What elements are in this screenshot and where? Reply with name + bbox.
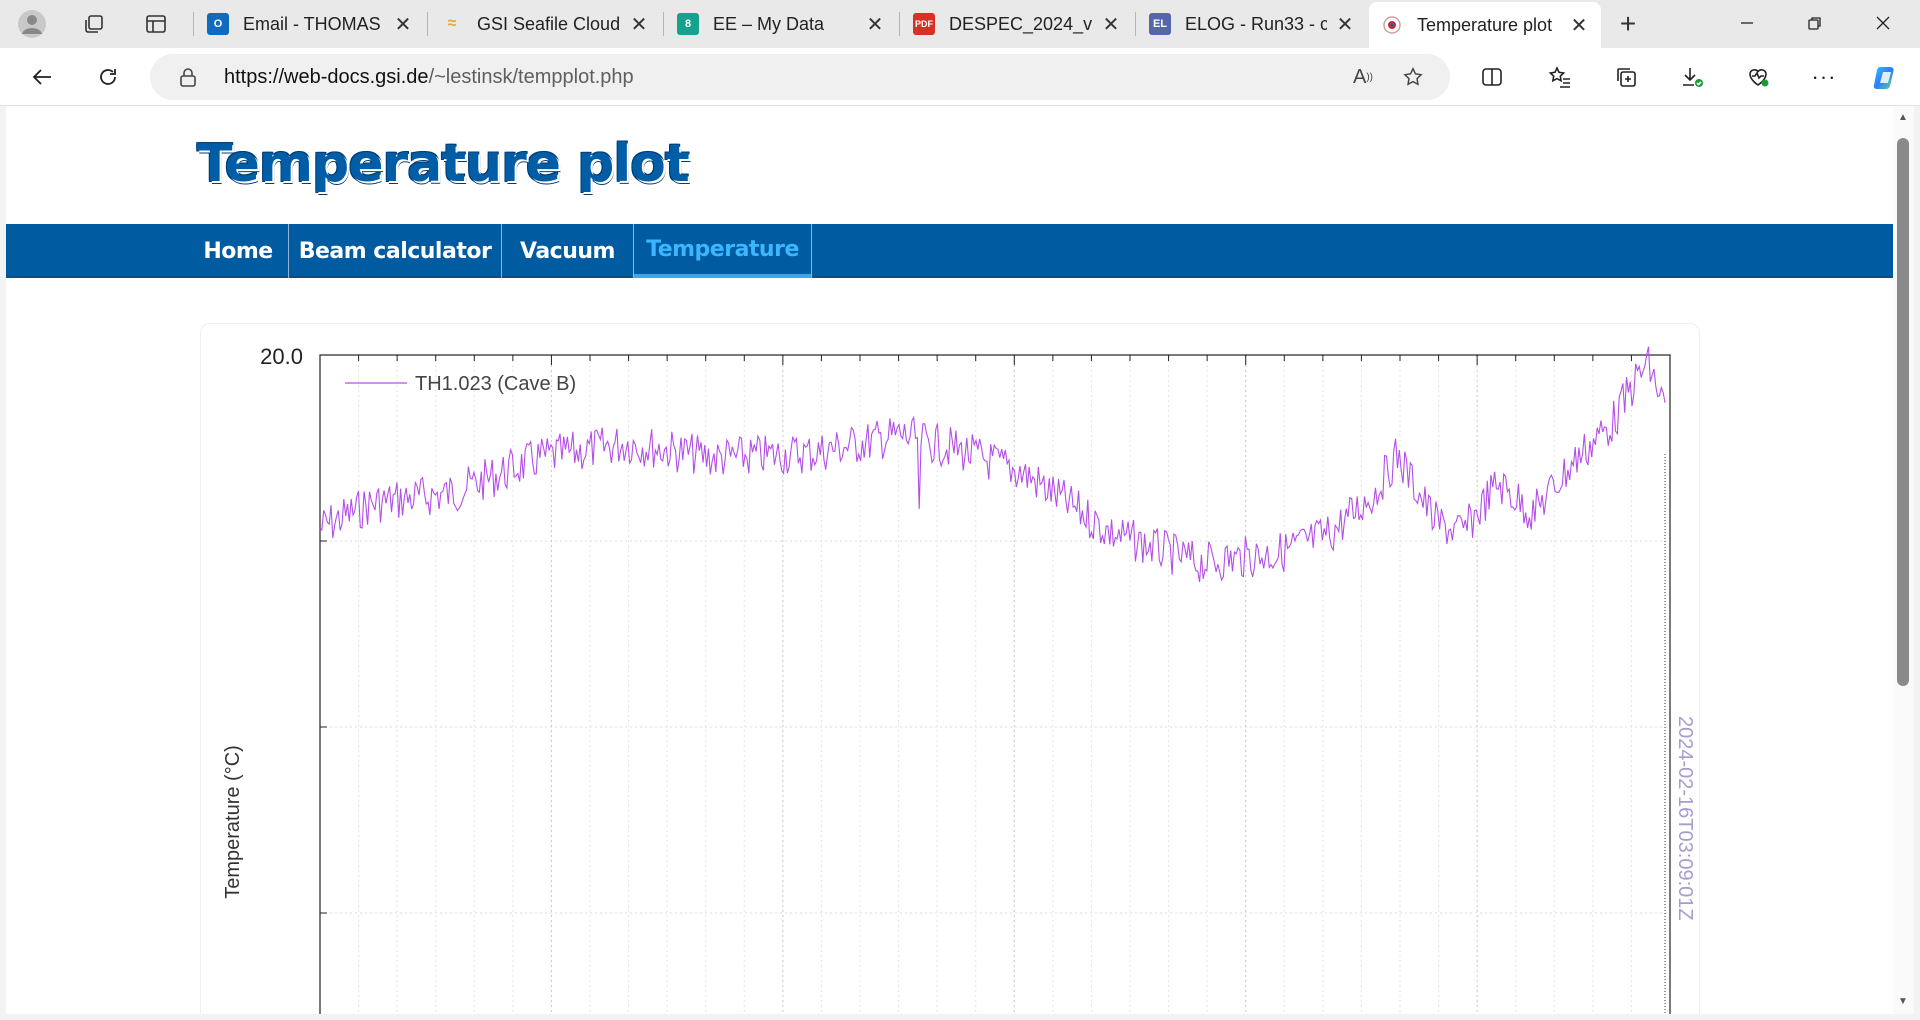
nav-home[interactable]: Home — [188, 224, 288, 278]
y-axis-label: Temperature (°C) — [222, 745, 244, 899]
vertical-scrollbar[interactable]: ▲ ▼ — [1893, 106, 1914, 1014]
tab-title: Temperature plot — [1417, 14, 1553, 35]
tab-title: GSI Seafile Cloud — [477, 13, 621, 34]
site-nav: Home Beam calculator Vacuum Temperature — [6, 224, 1893, 278]
refresh-icon[interactable] — [88, 57, 128, 97]
timestamp-annotation: 2024-02-16T03:09:01Z — [1674, 716, 1696, 921]
new-tab-icon[interactable]: + — [1608, 6, 1648, 42]
gsi-icon — [1381, 14, 1403, 36]
temperature-plot-card: 20.0 Temperature (°C) TH1.023 (Cave B) 2… — [200, 323, 1700, 1014]
tab-separator — [1135, 12, 1136, 36]
pdf-icon: PDF — [913, 13, 935, 35]
tab-separator — [663, 12, 664, 36]
downloads-icon[interactable] — [1672, 57, 1712, 97]
plot-frame — [319, 354, 1671, 1014]
lock-icon[interactable] — [176, 65, 200, 89]
url-text[interactable]: https://web-docs.gsi.de/~lestinsk/temppl… — [224, 66, 634, 89]
copilot-icon[interactable] — [1866, 57, 1906, 97]
tab-seafile[interactable]: ≈ GSI Seafile Cloud ✕ — [429, 4, 661, 44]
close-icon[interactable]: ✕ — [865, 12, 885, 37]
minimize-icon[interactable] — [1714, 0, 1780, 46]
x-ticks — [320, 354, 1632, 914]
ee-icon: 8 — [677, 13, 699, 35]
close-icon[interactable]: ✕ — [1569, 13, 1589, 38]
favorite-star-icon[interactable] — [1398, 62, 1428, 92]
back-icon[interactable] — [22, 57, 62, 97]
page-viewport: Temperature plot Home Beam calculator Va… — [6, 106, 1893, 1014]
nav-temperature[interactable]: Temperature — [634, 224, 811, 278]
tab-title: Email - THOMAS — [243, 13, 381, 34]
tab-elog[interactable]: EL ELOG - Run33 - c ✕ — [1137, 4, 1367, 44]
seafile-icon: ≈ — [447, 15, 457, 32]
close-icon[interactable]: ✕ — [629, 12, 649, 37]
favorites-icon[interactable] — [1540, 57, 1580, 97]
tab-ee[interactable]: 8 EE – My Data ✕ — [665, 4, 897, 44]
tab-title: EE – My Data — [713, 13, 825, 34]
chart-grid — [320, 354, 1670, 1014]
read-aloud-icon[interactable]: A)) — [1348, 62, 1378, 92]
scrollbar-thumb[interactable] — [1897, 138, 1909, 686]
profile-avatar-icon[interactable] — [12, 6, 52, 42]
restore-icon[interactable] — [1782, 0, 1848, 46]
tab-actions-icon[interactable] — [136, 6, 176, 42]
tab-separator — [899, 12, 900, 36]
scroll-down-icon[interactable]: ▼ — [1896, 996, 1910, 1010]
browser-toolbar: https://web-docs.gsi.de/~lestinsk/temppl… — [0, 48, 1920, 106]
url-host: https://web-docs.gsi.de — [224, 66, 429, 88]
close-icon[interactable]: ✕ — [1101, 12, 1121, 37]
close-window-icon[interactable] — [1850, 0, 1916, 46]
legend-label: TH1.023 (Cave B) — [415, 373, 576, 395]
url-path: /~lestinsk/tempplot.php — [428, 66, 634, 88]
tab-email[interactable]: O Email - THOMAS ✕ — [195, 4, 425, 44]
page-title: Temperature plot — [197, 134, 690, 194]
address-bar[interactable]: https://web-docs.gsi.de/~lestinsk/temppl… — [150, 54, 1450, 100]
y-tick-label-top: 20.0 — [260, 344, 303, 369]
nav-separator — [811, 224, 812, 278]
nav-beam-calculator[interactable]: Beam calculator — [289, 224, 501, 278]
outlook-icon: O — [207, 13, 229, 35]
tab-separator — [427, 12, 428, 36]
tab-separator — [193, 12, 194, 36]
elog-icon: EL — [1149, 13, 1171, 35]
temperature-chart: 20.0 Temperature (°C) TH1.023 (Cave B) 2… — [222, 344, 1696, 1014]
browser-essentials-icon[interactable] — [1738, 57, 1778, 97]
close-icon[interactable]: ✕ — [1335, 12, 1355, 37]
close-icon[interactable]: ✕ — [393, 12, 413, 37]
scroll-up-icon[interactable]: ▲ — [1896, 112, 1910, 126]
nav-vacuum[interactable]: Vacuum — [502, 224, 633, 278]
tab-strip: O Email - THOMAS ✕ ≈ GSI Seafile Cloud ✕… — [0, 0, 1920, 48]
collections-icon[interactable] — [1606, 57, 1646, 97]
tab-despec-pdf[interactable]: PDF DESPEC_2024_v2 ✕ — [901, 4, 1133, 44]
more-menu-icon[interactable]: ··· — [1804, 57, 1844, 97]
split-screen-icon[interactable] — [1472, 57, 1512, 97]
tab-title: ELOG - Run33 - c — [1185, 13, 1327, 34]
tab-title: DESPEC_2024_v2 — [949, 13, 1093, 34]
tab-temperature-plot[interactable]: Temperature plot ✕ — [1369, 2, 1601, 48]
workspaces-icon[interactable] — [74, 6, 114, 42]
